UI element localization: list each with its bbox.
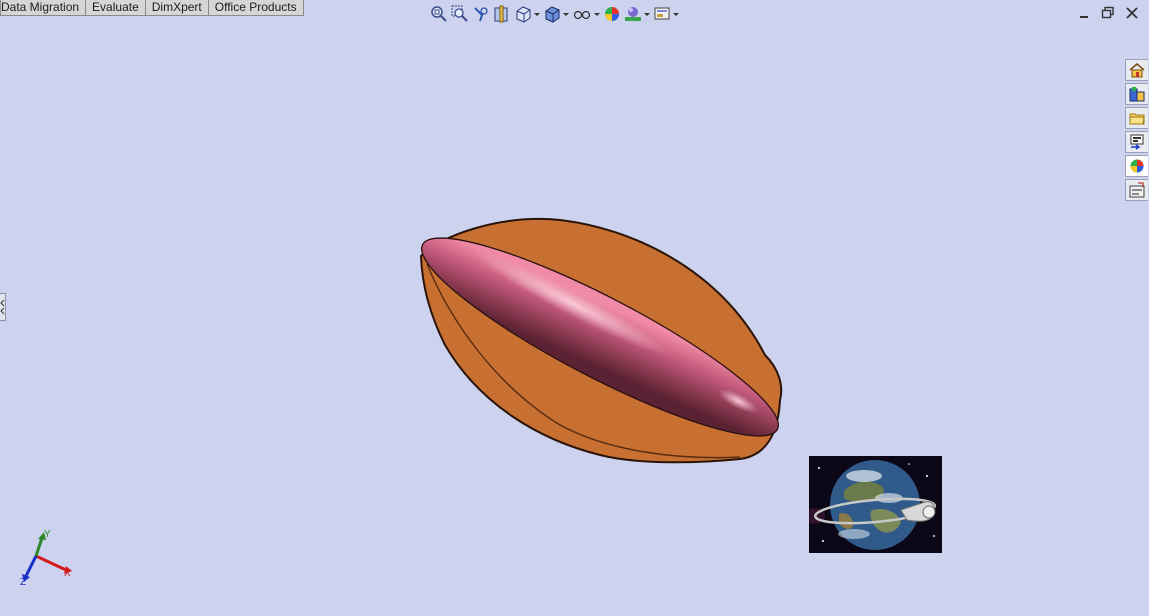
chevron-left-icon — [0, 299, 5, 315]
zoom-to-area-icon — [451, 5, 468, 22]
home-icon — [1129, 63, 1145, 78]
custom-properties-icon — [1129, 182, 1145, 198]
chevron-down-icon — [534, 12, 540, 16]
hide-show-items-button[interactable] — [572, 4, 600, 24]
window-controls — [1077, 6, 1139, 20]
edit-appearance-icon — [605, 7, 619, 21]
heads-up-view-toolbar — [430, 3, 679, 25]
close-icon — [1126, 7, 1138, 19]
minimize-icon — [1080, 16, 1088, 18]
edit-appearance-button[interactable] — [603, 4, 621, 24]
task-pane-file-explorer-button[interactable] — [1125, 131, 1148, 153]
triad-z-label: Z — [20, 577, 26, 588]
feature-manager-collapse-handle[interactable] — [0, 293, 6, 321]
restore-icon — [1101, 6, 1114, 19]
resources-icon — [1129, 87, 1145, 102]
tab-data-migration[interactable]: Data Migration — [0, 0, 87, 16]
appearances-scenes-icon — [1130, 159, 1144, 173]
task-pane-custom-properties-button[interactable] — [1125, 179, 1148, 201]
tab-office-products[interactable]: Office Products — [207, 0, 304, 16]
zoom-to-area-button[interactable] — [451, 4, 469, 24]
triad-x-label: X — [64, 568, 71, 579]
task-pane-appearances-button[interactable] — [1125, 155, 1148, 177]
task-pane-resources-button[interactable] — [1125, 83, 1148, 105]
previous-view-button[interactable] — [472, 4, 490, 24]
file-explorer-icon — [1130, 134, 1144, 150]
chevron-down-icon — [563, 12, 569, 16]
task-pane-home-button[interactable] — [1125, 59, 1148, 81]
zoom-to-fit-button[interactable] — [430, 4, 448, 24]
chevron-down-icon — [594, 12, 600, 16]
view-settings-icon — [654, 7, 670, 20]
chevron-down-icon — [644, 12, 650, 16]
design-library-icon — [1129, 113, 1145, 125]
hide-show-items-icon — [573, 10, 591, 20]
section-view-button[interactable] — [493, 4, 511, 24]
reference-triad: X Y Z — [20, 529, 72, 588]
display-style-button[interactable] — [543, 4, 569, 24]
tab-evaluate[interactable]: Evaluate — [85, 0, 146, 16]
display-style-icon — [545, 6, 560, 23]
chevron-down-icon — [673, 12, 679, 16]
task-pane-design-library-button[interactable] — [1125, 107, 1148, 129]
tab-dimxpert[interactable]: DimXpert — [144, 0, 209, 16]
command-manager-tabs: Data Migration Evaluate DimXpert Office … — [0, 0, 304, 17]
apply-scene-button[interactable] — [624, 4, 650, 24]
restore-button[interactable] — [1101, 6, 1115, 20]
view-settings-button[interactable] — [653, 4, 679, 24]
triad-y-label: Y — [44, 529, 51, 540]
section-view-icon — [494, 5, 508, 23]
model-3d-viewport[interactable] — [410, 210, 800, 480]
task-pane — [1125, 59, 1149, 203]
view-orientation-icon — [516, 6, 531, 23]
thumbnail-image — [809, 456, 942, 553]
close-button[interactable] — [1125, 6, 1139, 20]
minimize-button[interactable] — [1077, 6, 1091, 20]
apply-scene-icon — [625, 7, 641, 21]
previous-view-icon — [474, 7, 488, 22]
zoom-to-fit-icon — [431, 6, 447, 22]
view-orientation-button[interactable] — [514, 4, 540, 24]
